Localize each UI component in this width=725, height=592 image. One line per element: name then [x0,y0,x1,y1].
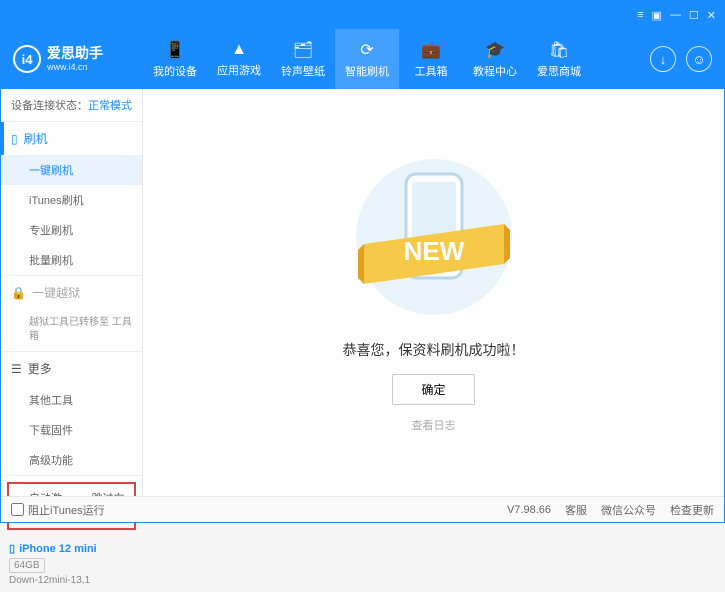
checkbox-block-itunes[interactable]: 阻止iTunes运行 [11,502,105,518]
store-icon: 🛍 [549,40,569,60]
main-panel: NEW 恭喜您，保资料刷机成功啦！ 确定 查看日志 [143,89,724,496]
ok-button[interactable]: 确定 [392,374,474,405]
header-right: ↓ ☺ [650,46,712,72]
apps-icon: ▲ [231,41,247,59]
sidebar-head-flash[interactable]: ▯ 刷机 [1,122,142,155]
app-url: www.i4.cn [47,62,103,73]
titlebar: ≡ ▣ — ☐ ✕ [1,1,724,29]
sidebar-item-pro-flash[interactable]: 专业刷机 [1,215,142,245]
tab-tutorials[interactable]: 🎓教程中心 [463,29,527,89]
refresh-icon: ⟳ [360,40,373,60]
app-name: 爱思助手 [47,45,103,62]
sidebar-head-more[interactable]: ☰ 更多 [1,352,142,385]
tab-apps[interactable]: ▲应用游戏 [207,29,271,89]
skin-icon[interactable]: ▣ [652,9,662,22]
sidebar-jailbreak-note: 越狱工具已转移至 工具箱 [1,309,142,351]
tab-my-device[interactable]: 📱我的设备 [143,29,207,89]
sidebar-item-itunes-flash[interactable]: iTunes刷机 [1,185,142,215]
body: 设备连接状态：正常模式 ▯ 刷机 一键刷机 iTunes刷机 专业刷机 批量刷机… [1,89,724,496]
lock-icon: 🔒 [11,286,26,300]
sidebar-item-batch-flash[interactable]: 批量刷机 [1,245,142,275]
new-badge-text: NEW [403,236,464,266]
tab-store[interactable]: 🛍爱思商城 [527,29,591,89]
success-illustration: NEW [334,152,534,322]
app-window: ≡ ▣ — ☐ ✕ i4 爱思助手 www.i4.cn 📱我的设备 ▲应用游戏 … [0,0,725,523]
customer-service-link[interactable]: 客服 [565,502,587,518]
sidebar-group-more: ☰ 更多 其他工具 下载固件 高级功能 [1,352,142,476]
header: i4 爱思助手 www.i4.cn 📱我的设备 ▲应用游戏 🗂铃声壁纸 ⟳智能刷… [1,29,724,89]
tab-flash[interactable]: ⟳智能刷机 [335,29,399,89]
version-label: V7.98.66 [507,504,551,516]
sidebar-group-jailbreak: 🔒 一键越狱 越狱工具已转移至 工具箱 [1,276,142,352]
tab-tools[interactable]: 💼工具箱 [399,29,463,89]
maximize-icon[interactable]: ☐ [689,9,699,22]
logo-icon: i4 [13,45,41,73]
sidebar-head-jailbreak[interactable]: 🔒 一键越狱 [1,276,142,309]
sidebar-item-advanced[interactable]: 高级功能 [1,445,142,475]
flash-icon: ▯ [11,132,18,146]
statusbar: 阻止iTunes运行 V7.98.66 客服 微信公众号 检查更新 [1,496,724,522]
wechat-link[interactable]: 微信公众号 [601,502,656,518]
minimize-icon[interactable]: — [670,9,681,21]
nav-tabs: 📱我的设备 ▲应用游戏 🗂铃声壁纸 ⟳智能刷机 💼工具箱 🎓教程中心 🛍爱思商城 [143,29,650,89]
phone-small-icon: ▯ [9,542,15,555]
device-block[interactable]: ▯iPhone 12 mini 64GB Down-12mini-13,1 [1,536,142,592]
graduate-icon: 🎓 [485,40,505,60]
sidebar-item-download-firmware[interactable]: 下载固件 [1,415,142,445]
sidebar: 设备连接状态：正常模式 ▯ 刷机 一键刷机 iTunes刷机 专业刷机 批量刷机… [1,89,143,496]
media-icon: 🗂 [293,40,313,60]
success-message: 恭喜您，保资料刷机成功啦！ [343,340,525,360]
toolbox-icon: 💼 [421,40,441,60]
sidebar-group-flash: ▯ 刷机 一键刷机 iTunes刷机 专业刷机 批量刷机 [1,122,142,276]
device-model: Down-12mini-13,1 [9,575,134,586]
view-log-link[interactable]: 查看日志 [412,417,456,433]
logo: i4 爱思助手 www.i4.cn [13,45,123,73]
sidebar-item-oneclick-flash[interactable]: 一键刷机 [1,155,142,185]
sidebar-item-other-tools[interactable]: 其他工具 [1,385,142,415]
list-icon: ☰ [11,362,22,376]
phone-icon: 📱 [165,40,185,60]
tab-ringtones[interactable]: 🗂铃声壁纸 [271,29,335,89]
device-capacity: 64GB [9,558,45,573]
menu-icon[interactable]: ≡ [637,9,643,21]
connection-status: 设备连接状态：正常模式 [1,89,142,122]
check-update-link[interactable]: 检查更新 [670,502,714,518]
download-icon[interactable]: ↓ [650,46,676,72]
user-icon[interactable]: ☺ [686,46,712,72]
close-icon[interactable]: ✕ [707,9,716,22]
